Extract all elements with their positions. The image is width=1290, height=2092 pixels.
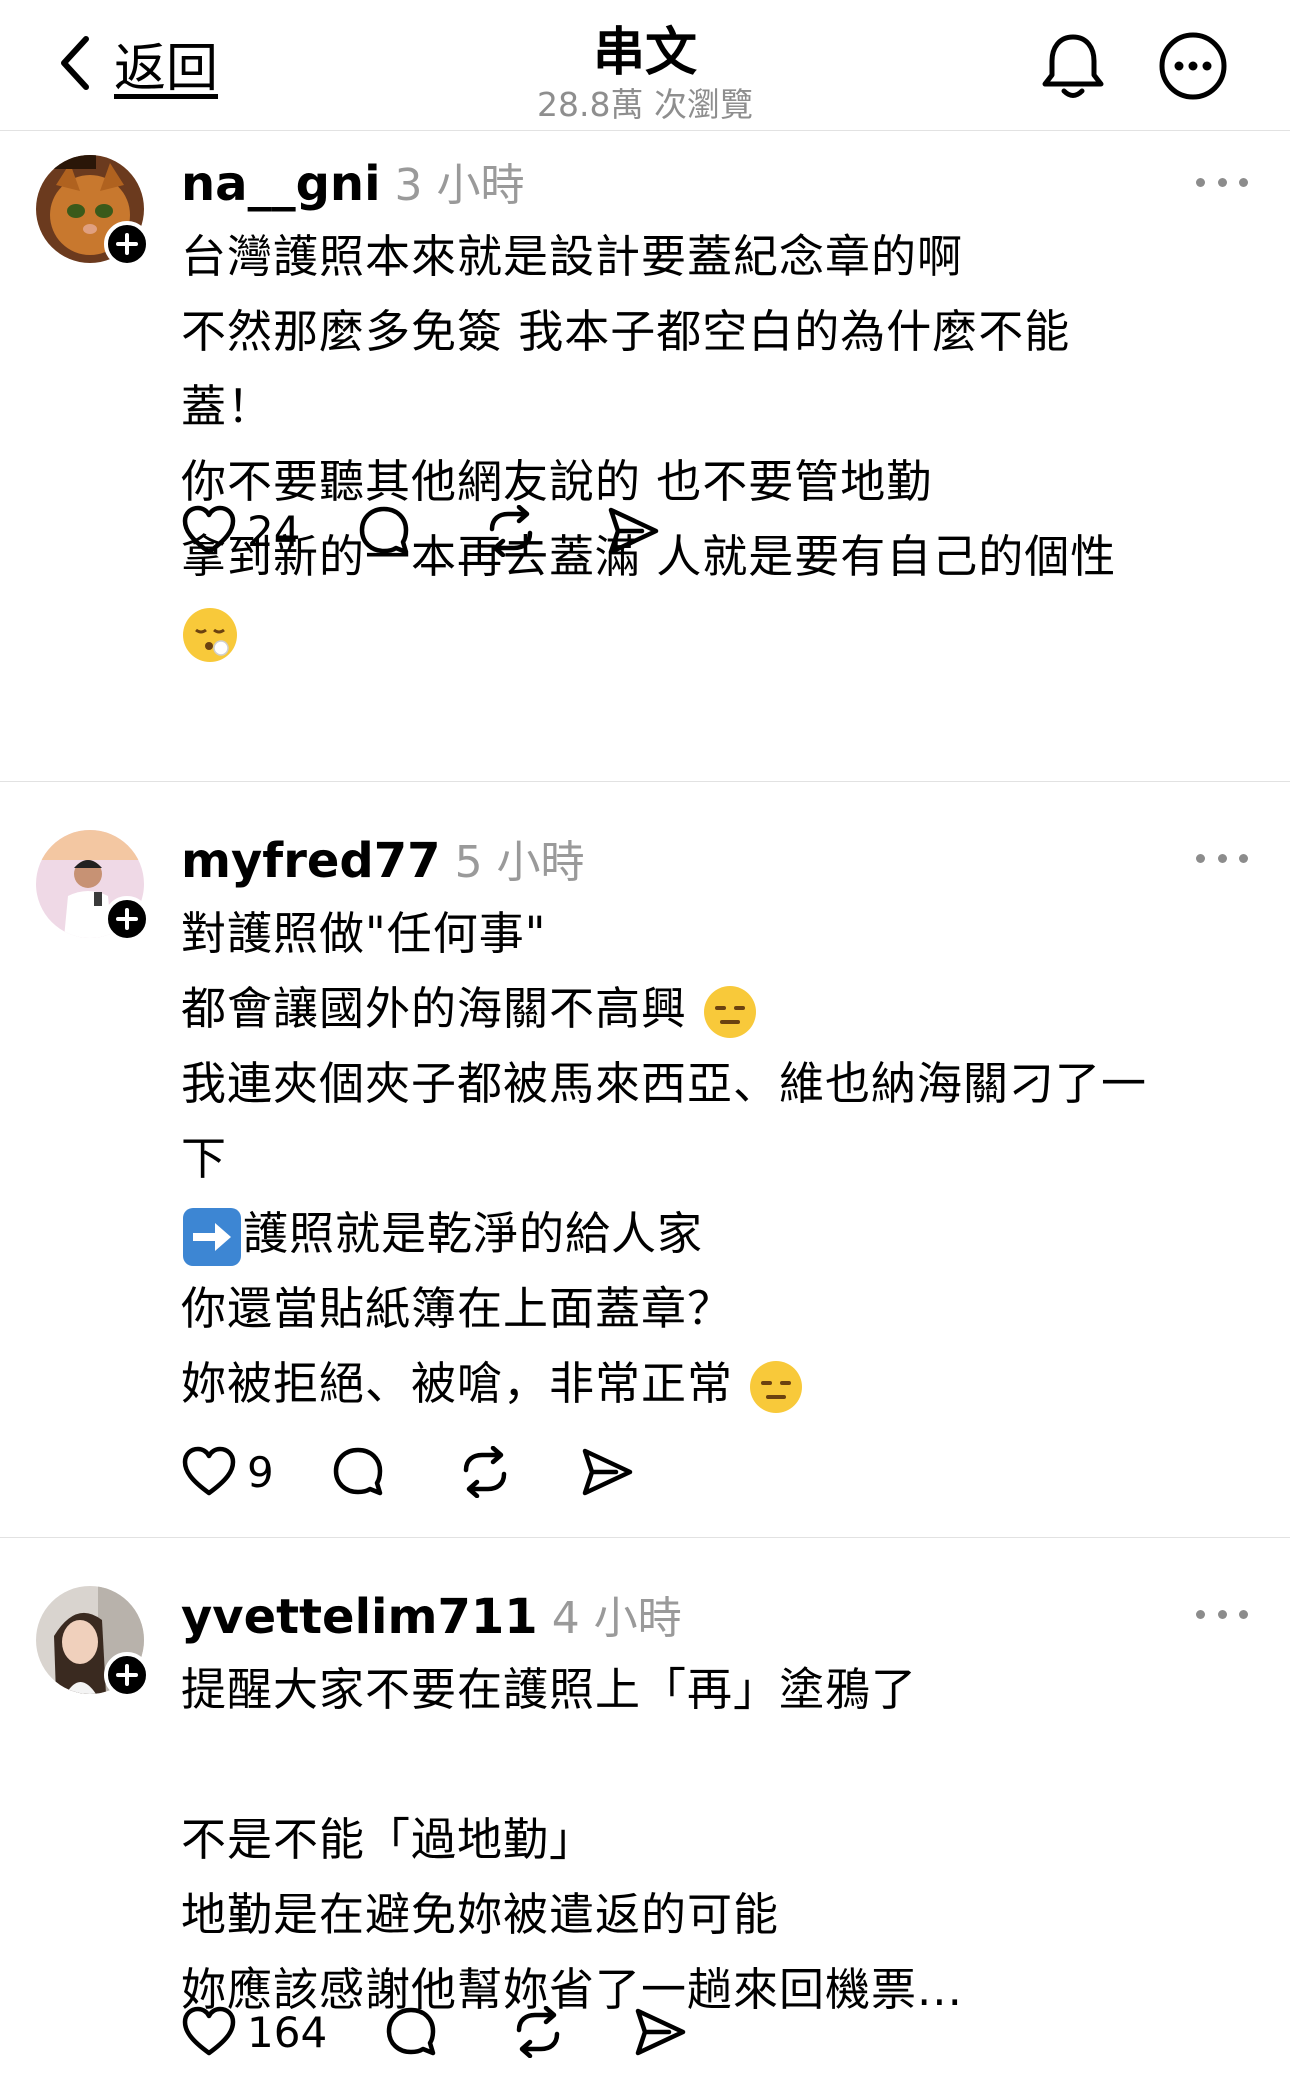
text-line: 不然那麼多免簽 我本子都空白的為什麼不能 bbox=[181, 305, 1071, 358]
reply-button[interactable] bbox=[385, 2006, 437, 2058]
like-button[interactable]: 9 bbox=[181, 1446, 274, 1498]
dot bbox=[1217, 853, 1227, 863]
text-segment: 都會讓國外的海關不高興 bbox=[181, 982, 688, 1035]
like-button[interactable]: 24 bbox=[181, 505, 300, 557]
comment-icon bbox=[333, 1447, 382, 1496]
post-time: 4 小時 bbox=[551, 1593, 682, 1644]
post-actions: 24 bbox=[181, 505, 660, 557]
top-bar: 返回 串文 28.8萬 次瀏覽 bbox=[0, 0, 1290, 131]
text-line-with-emoji: 妳被拒絕、被嗆，非常正常 bbox=[181, 1346, 1261, 1421]
repost-icon bbox=[516, 2006, 560, 2058]
post-meta: yvettelim711 4 小時 bbox=[181, 1582, 682, 1646]
more-circle-icon bbox=[1159, 32, 1227, 100]
post-meta: na__gni 3 小時 bbox=[181, 149, 525, 213]
repost-button[interactable] bbox=[484, 505, 538, 557]
dot bbox=[1239, 1609, 1248, 1619]
post-time: 5 小時 bbox=[454, 837, 585, 888]
post-actions: 9 bbox=[181, 1446, 634, 1498]
notifications-button[interactable] bbox=[1035, 28, 1111, 104]
text-line bbox=[181, 1727, 1261, 1802]
send-icon bbox=[609, 507, 659, 555]
heart-icon bbox=[182, 505, 236, 555]
reply-button[interactable] bbox=[358, 505, 410, 557]
comment-icon bbox=[386, 2007, 436, 2056]
post-more-button[interactable] bbox=[1196, 1604, 1248, 1624]
reply-button[interactable] bbox=[332, 1446, 384, 1498]
send-icon bbox=[635, 2008, 686, 2056]
text-line: 你還當貼紙簿在上面蓋章？ bbox=[181, 1282, 734, 1335]
post-more-button[interactable] bbox=[1196, 172, 1248, 192]
text-line: 蓋！ bbox=[181, 380, 274, 433]
dot bbox=[1239, 853, 1248, 863]
plus-icon bbox=[116, 1664, 138, 1686]
like-count: 24 bbox=[247, 506, 301, 556]
plus-icon bbox=[116, 908, 138, 930]
heart-icon bbox=[182, 2006, 236, 2056]
dot bbox=[1239, 177, 1248, 187]
repost-icon bbox=[490, 505, 533, 557]
dot bbox=[1217, 177, 1227, 187]
post-text: 對護照做"任何事" 都會讓國外的海關不高興 我連夾個夾子都被馬來西亞、維也納海關… bbox=[181, 896, 1261, 1421]
more-options-button[interactable] bbox=[1155, 28, 1231, 104]
plus-icon bbox=[116, 233, 138, 255]
username[interactable]: yvettelim711 bbox=[181, 1589, 538, 1645]
face-exhaling-emoji bbox=[183, 608, 237, 662]
text-line: 地勤是在避免妳被遣返的可能 bbox=[181, 1888, 780, 1941]
post: yvettelim711 4 小時 提醒大家不要在護照上「再」塗鴉了 不是不能「… bbox=[0, 1538, 1290, 2092]
follow-button[interactable] bbox=[104, 1652, 150, 1698]
avatar[interactable] bbox=[36, 830, 150, 942]
like-count: 164 bbox=[247, 2007, 328, 2057]
expressionless-face-emoji bbox=[704, 986, 757, 1038]
dot bbox=[1217, 1609, 1227, 1619]
post-time: 3 小時 bbox=[394, 160, 525, 211]
repost-button[interactable] bbox=[511, 2006, 565, 2058]
send-icon bbox=[582, 1448, 632, 1496]
comment-icon bbox=[360, 506, 409, 555]
avatar[interactable] bbox=[36, 155, 150, 267]
text-segment: 妳被拒絕、被嗆，非常正常 bbox=[181, 1357, 734, 1410]
text-line: 台灣護照本來就是設計要蓋紀念章的啊 bbox=[181, 230, 964, 283]
follow-button[interactable] bbox=[104, 221, 150, 267]
post-text: 提醒大家不要在護照上「再」塗鴉了 不是不能「過地勤」 地勤是在避免妳被遣返的可能… bbox=[181, 1652, 1261, 2027]
post: myfred77 5 小時 對護照做"任何事" 都會讓國外的海關不高興 我連夾個… bbox=[0, 782, 1290, 1538]
share-button[interactable] bbox=[633, 2006, 687, 2058]
share-button[interactable] bbox=[606, 505, 660, 557]
text-line: 對護照做"任何事" bbox=[181, 907, 547, 960]
repost-icon bbox=[463, 1446, 506, 1498]
text-line-with-emoji: 都會讓國外的海關不高興 bbox=[181, 971, 1261, 1046]
share-button[interactable] bbox=[580, 1446, 634, 1498]
dot bbox=[1196, 1609, 1205, 1619]
text-line: 不是不能「過地勤」 bbox=[181, 1813, 596, 1866]
text-line-with-emoji: 護照就是乾淨的給人家 bbox=[181, 1196, 1261, 1271]
text-line: 下 bbox=[181, 1132, 228, 1185]
like-count: 9 bbox=[247, 1447, 274, 1497]
username[interactable]: myfred77 bbox=[181, 833, 441, 889]
post-text: 台灣護照本來就是設計要蓋紀念章的啊 不然那麼多免簽 我本子都空白的為什麼不能 蓋… bbox=[181, 219, 1261, 669]
post: na__gni 3 小時 台灣護照本來就是設計要蓋紀念章的啊 不然那麼多免簽 我… bbox=[0, 131, 1290, 782]
post-actions: 164 bbox=[181, 2006, 687, 2058]
text-segment: 護照就是乾淨的給人家 bbox=[243, 1207, 704, 1260]
username[interactable]: na__gni bbox=[181, 156, 381, 212]
repost-button[interactable] bbox=[458, 1446, 512, 1498]
dot bbox=[1196, 853, 1205, 863]
expressionless-face-emoji bbox=[750, 1361, 803, 1413]
text-line: 提醒大家不要在護照上「再」塗鴉了 bbox=[181, 1663, 918, 1716]
dot bbox=[1196, 177, 1205, 187]
text-line bbox=[181, 594, 1261, 669]
post-more-button[interactable] bbox=[1196, 848, 1248, 868]
right-arrow-emoji bbox=[183, 1208, 241, 1266]
bell-icon bbox=[1042, 34, 1104, 98]
text-line: 我連夾個夾子都被馬來西亞、維也納海關刁了一 bbox=[181, 1057, 1148, 1110]
like-button[interactable]: 164 bbox=[181, 2006, 327, 2058]
post-meta: myfred77 5 小時 bbox=[181, 826, 585, 890]
avatar[interactable] bbox=[36, 1586, 150, 1698]
follow-button[interactable] bbox=[104, 896, 150, 942]
heart-icon bbox=[182, 1446, 236, 1496]
